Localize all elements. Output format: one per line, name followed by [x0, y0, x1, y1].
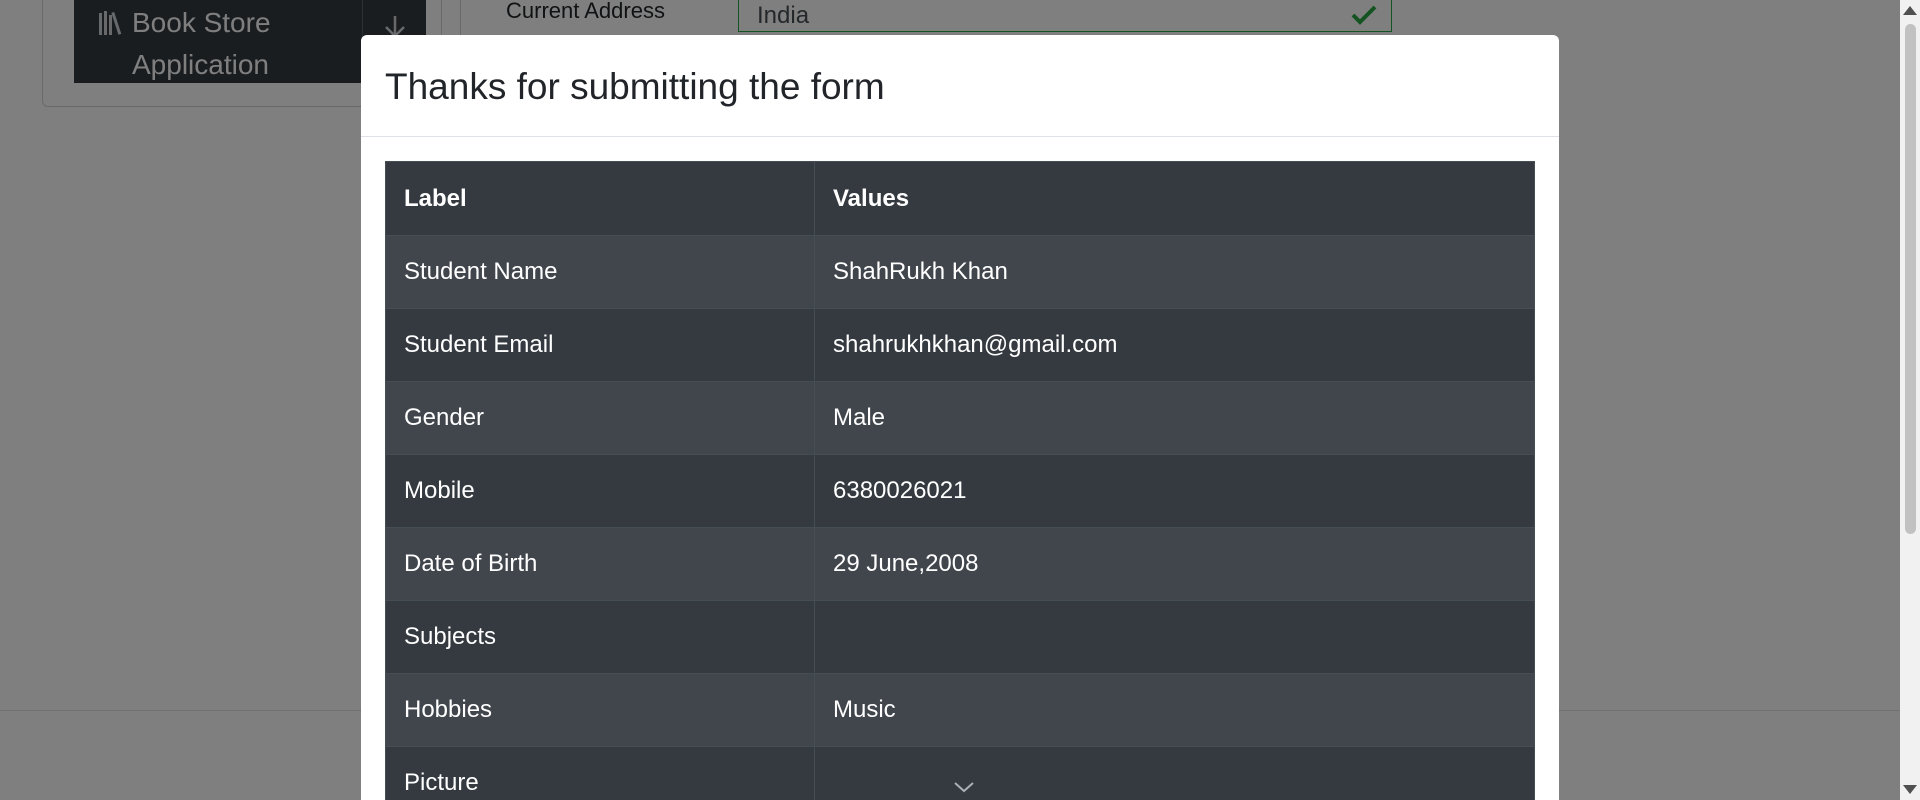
modal-title: Thanks for submitting the form — [385, 66, 885, 107]
row-value: 6380026021 — [814, 454, 1535, 528]
table-row: Hobbies Music — [385, 673, 1535, 747]
submission-modal: Thanks for submitting the form Label Val… — [361, 35, 1559, 800]
chevron-down-icon — [954, 781, 974, 792]
scroll-down-arrow-icon[interactable] — [1903, 785, 1917, 794]
header-values: Values — [814, 161, 1535, 236]
row-value: ShahRukh Khan — [814, 235, 1535, 309]
row-label: Mobile — [385, 454, 815, 528]
row-label: Student Name — [385, 235, 815, 309]
row-value: shahrukhkhan@gmail.com — [814, 308, 1535, 382]
row-label: Student Email — [385, 308, 815, 382]
table-row: Student Email shahrukhkhan@gmail.com — [385, 308, 1535, 382]
row-label: Hobbies — [385, 673, 815, 747]
scroll-thumb[interactable] — [1905, 24, 1916, 534]
row-label: Subjects — [385, 600, 815, 674]
header-label: Label — [385, 161, 815, 236]
row-value — [814, 746, 1535, 800]
scroll-up-arrow-icon[interactable] — [1903, 6, 1917, 15]
modal-body: Label Values Student Name ShahRukh Khan … — [361, 137, 1559, 800]
table-row: Picture — [385, 746, 1535, 800]
table-row: Mobile 6380026021 — [385, 454, 1535, 528]
table-header-row: Label Values — [385, 161, 1535, 236]
modal-header: Thanks for submitting the form — [361, 35, 1559, 137]
row-value: Music — [814, 673, 1535, 747]
row-label: Gender — [385, 381, 815, 455]
table-row: Date of Birth 29 June,2008 — [385, 527, 1535, 601]
row-value: 29 June,2008 — [814, 527, 1535, 601]
row-value: Male — [814, 381, 1535, 455]
row-label: Picture — [385, 746, 815, 800]
row-label: Date of Birth — [385, 527, 815, 601]
table-row: Student Name ShahRukh Khan — [385, 235, 1535, 309]
row-value — [814, 600, 1535, 674]
table-row: Gender Male — [385, 381, 1535, 455]
table-row: Subjects — [385, 600, 1535, 674]
submission-table: Label Values Student Name ShahRukh Khan … — [385, 161, 1535, 800]
page-scrollbar[interactable] — [1900, 0, 1920, 800]
